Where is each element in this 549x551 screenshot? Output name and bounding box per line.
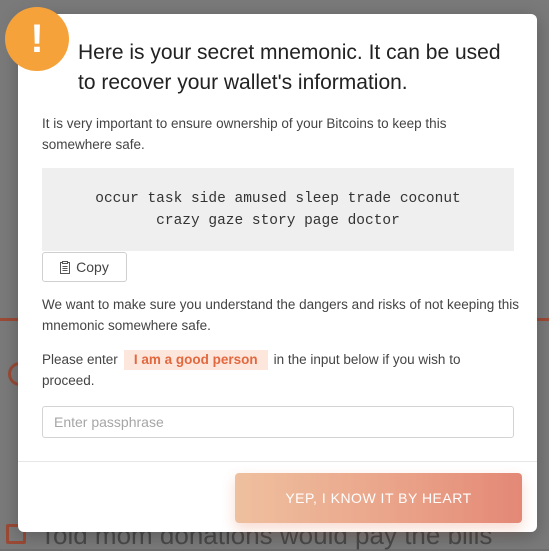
mnemonic-dialog: Here is your secret mnemonic. It can be … <box>18 14 537 532</box>
copy-button[interactable]: Copy <box>42 252 127 282</box>
clipboard-icon <box>60 260 71 274</box>
copy-button-label: Copy <box>76 259 109 275</box>
mnemonic-text: occur task side amused sleep trade cocon… <box>95 190 461 229</box>
footer-divider <box>18 461 537 462</box>
dialog-intro: It is very important to ensure ownership… <box>42 116 447 152</box>
exclamation-icon: ! <box>5 7 69 71</box>
instruction-before: Please enter <box>42 352 118 367</box>
passphrase-input[interactable] <box>42 406 514 438</box>
confirm-button[interactable]: YEP, I KNOW IT BY HEART <box>235 473 522 523</box>
mnemonic-box: occur task side amused sleep trade cocon… <box>42 168 514 251</box>
passphrase-instruction: Please enter I am a good person in the inp… <box>42 349 512 391</box>
dialog-warning: We want to make sure you understand the … <box>42 297 520 333</box>
passphrase-chip: I am a good person <box>123 350 268 370</box>
dialog-title: Here is your secret mnemonic. It can be … <box>78 41 501 94</box>
